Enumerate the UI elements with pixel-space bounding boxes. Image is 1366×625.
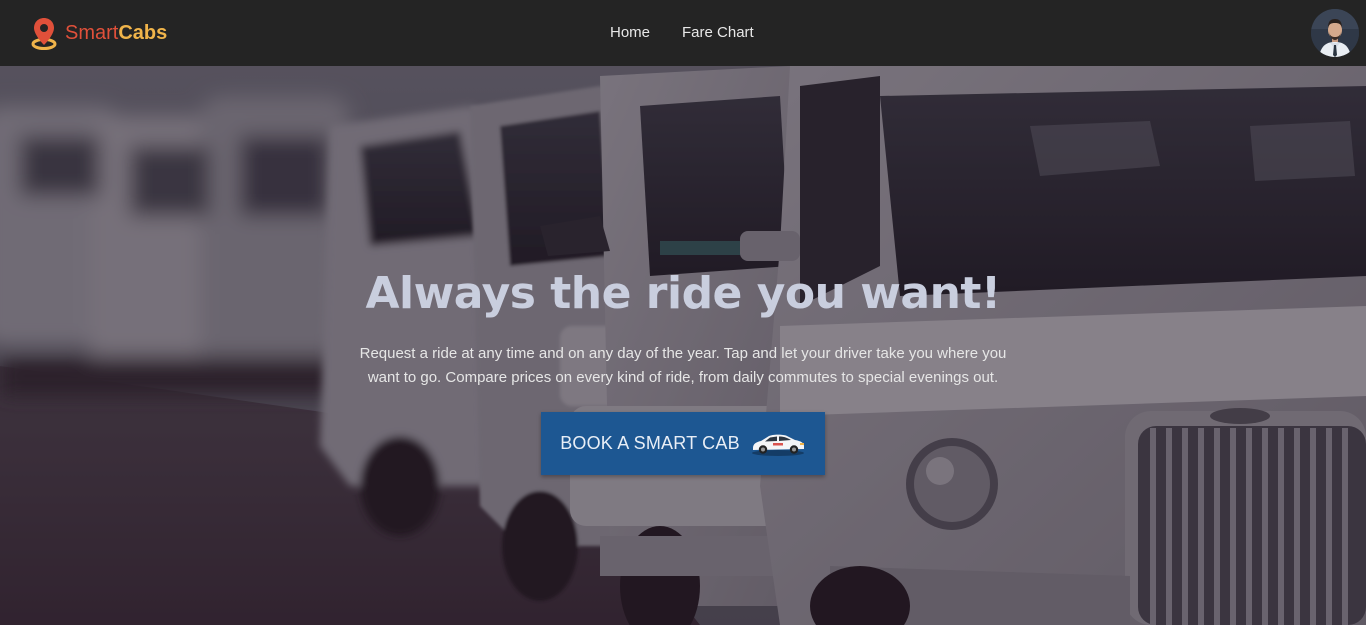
avatar-image (1311, 9, 1359, 57)
book-cab-button[interactable]: BOOK A SMART CAB (541, 412, 825, 475)
car-icon (751, 434, 804, 456)
hero-section: Always the ride you want! Request a ride… (0, 66, 1366, 625)
brand-name-smart: Smart (65, 22, 119, 44)
hero-content: Always the ride you want! Request a ride… (333, 266, 1033, 475)
hero-description: Request a ride at any time and on any da… (359, 345, 1007, 386)
brand-name-cabs: Cabs (118, 22, 168, 44)
navbar: SmartCabs Home Fare Chart (0, 0, 1366, 66)
nav-home[interactable]: Home (610, 24, 650, 42)
book-cab-label: BOOK A SMART CAB (560, 433, 740, 453)
user-avatar[interactable] (1311, 9, 1359, 57)
main-nav: Home Fare Chart (610, 24, 754, 42)
nav-fare-chart[interactable]: Fare Chart (682, 24, 754, 42)
brand-logo[interactable]: SmartCabs (30, 15, 167, 51)
hero-title: Always the ride you want! (365, 268, 1001, 319)
brand-name: SmartCabs (65, 23, 167, 43)
location-pin-icon (31, 18, 57, 50)
